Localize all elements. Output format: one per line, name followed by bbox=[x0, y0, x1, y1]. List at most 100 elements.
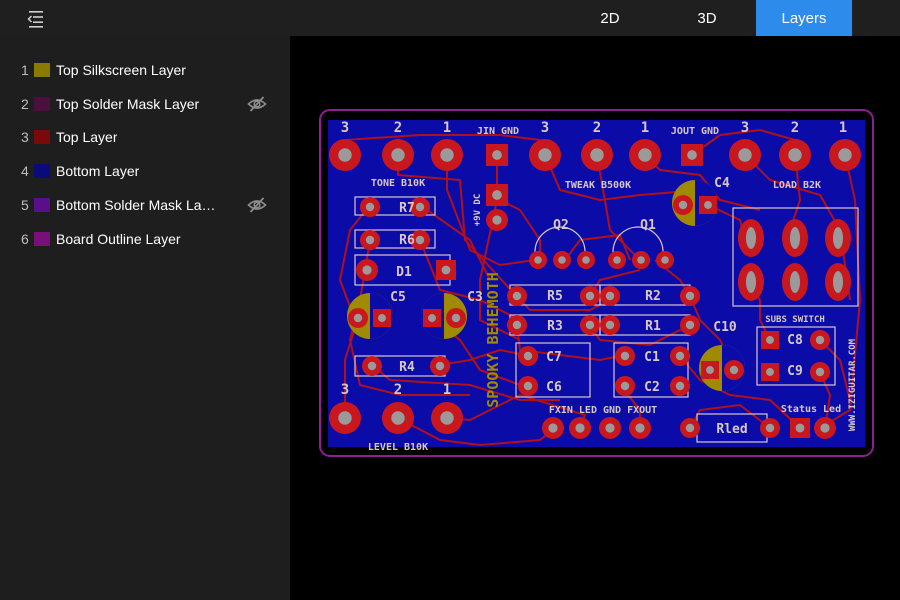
ref-r3: R3 bbox=[547, 319, 563, 334]
layer-item-board-outline[interactable]: 6 Board Outline Layer bbox=[0, 222, 290, 256]
brand-label: SPOOKY BEHEMOTH bbox=[484, 272, 502, 407]
tab-2d[interactable]: 2D bbox=[562, 0, 658, 36]
pot-pad-hole bbox=[440, 411, 454, 425]
film-cap-pad-hole bbox=[675, 381, 685, 391]
pot-pin-3: 3 bbox=[341, 120, 349, 136]
layer-item-top-silkscreen[interactable]: 1 Top Silkscreen Layer bbox=[0, 53, 290, 87]
tweak-label: TWEAK B500K bbox=[565, 180, 631, 191]
diode-pad-hole bbox=[362, 265, 372, 275]
layer-item-top-solder-mask[interactable]: 2 Top Solder Mask Layer bbox=[0, 87, 290, 121]
header-pad-hole bbox=[575, 423, 585, 433]
tab-layers[interactable]: Layers bbox=[756, 0, 852, 36]
layer-name: Top Solder Mask Layer bbox=[56, 95, 200, 112]
pot-pin-2: 2 bbox=[394, 120, 402, 136]
led-pad-hole bbox=[820, 423, 830, 433]
square-pad-hole bbox=[687, 150, 697, 160]
layer-list: 1 Top Silkscreen Layer 2 Top Solder Mask… bbox=[0, 36, 290, 256]
layer-index: 5 bbox=[21, 197, 29, 214]
pot-pin-3: 3 bbox=[541, 120, 549, 136]
pot-pin-2: 2 bbox=[394, 382, 402, 398]
pot-pad-hole bbox=[391, 411, 405, 425]
ref-c4: C4 bbox=[714, 176, 730, 191]
layer-index: 6 bbox=[21, 230, 29, 247]
ref-r6: R6 bbox=[399, 233, 415, 248]
switch-pad-hole bbox=[746, 227, 756, 249]
pot-pin-1: 1 bbox=[641, 120, 649, 136]
layer-item-bottom-layer[interactable]: 4 Bottom Layer bbox=[0, 154, 290, 188]
pot-pin-3: 3 bbox=[741, 120, 749, 136]
status-led-label: Status Led bbox=[781, 404, 841, 415]
resistor-pad-hole bbox=[365, 202, 375, 212]
layer-index: 3 bbox=[21, 129, 29, 146]
resistor-pad-hole bbox=[605, 320, 615, 330]
ref-c2: C2 bbox=[644, 380, 660, 395]
ref-r7: R7 bbox=[399, 201, 415, 216]
load-label: LOAD B2K bbox=[773, 180, 821, 191]
transistor-pad-hole bbox=[534, 256, 542, 264]
layer-name: Board Outline Layer bbox=[56, 230, 181, 247]
layer-index: 4 bbox=[21, 163, 29, 180]
pot-pad-hole bbox=[440, 148, 454, 162]
layer-name: Top Silkscreen Layer bbox=[56, 61, 186, 78]
ref-q1: Q1 bbox=[640, 218, 656, 233]
layer-item-bottom-solder-mask[interactable]: 5 Bottom Solder Mask La… bbox=[0, 188, 290, 222]
film-cap-pad-hole bbox=[815, 367, 825, 377]
visibility-hidden-icon[interactable] bbox=[247, 196, 267, 214]
switch-pad-hole bbox=[746, 271, 756, 293]
pot-pad-hole bbox=[538, 148, 552, 162]
transistor-pad-hole bbox=[661, 256, 669, 264]
layer-color-swatch bbox=[34, 96, 50, 111]
led-pad-square-hole bbox=[795, 423, 805, 433]
ref-c5: C5 bbox=[390, 290, 406, 305]
pot-pin-2: 2 bbox=[791, 120, 799, 136]
resistor-pad-hole bbox=[512, 291, 522, 301]
switch-pad-hole bbox=[833, 271, 843, 293]
layer-color-swatch bbox=[34, 130, 50, 145]
resistor-pad-hole bbox=[435, 361, 445, 371]
film-cap-pad-square-hole bbox=[766, 336, 774, 344]
layer-index: 2 bbox=[21, 95, 29, 112]
resistor-pad-hole bbox=[685, 320, 695, 330]
jin-gnd-label: JIN GND bbox=[477, 126, 519, 137]
visibility-hidden-icon[interactable] bbox=[247, 95, 267, 113]
transistor-pad-hole bbox=[558, 256, 566, 264]
resistor-pad-hole bbox=[512, 320, 522, 330]
header-pad-hole bbox=[605, 423, 615, 433]
fx-row-label: FXIN LED GND FXOUT bbox=[549, 405, 657, 416]
resistor-pad-hole bbox=[415, 202, 425, 212]
cap-pad-hole bbox=[729, 365, 739, 375]
resistor-pad-hole bbox=[585, 320, 595, 330]
rled-pad-hole bbox=[765, 423, 775, 433]
pot-pad-hole bbox=[590, 148, 604, 162]
pot-pad-hole bbox=[838, 148, 852, 162]
cap-pad-square-hole bbox=[378, 314, 386, 322]
tab-3d[interactable]: 3D bbox=[659, 0, 755, 36]
pot-pad-hole bbox=[338, 411, 352, 425]
ref-r4: R4 bbox=[399, 360, 415, 375]
cap-pad-hole bbox=[353, 313, 363, 323]
pot-pad-hole bbox=[638, 148, 652, 162]
jout-gnd-label: JOUT GND bbox=[671, 126, 719, 137]
pot-pad-hole bbox=[738, 148, 752, 162]
collapse-sidebar-icon[interactable] bbox=[22, 6, 52, 30]
switch-pad-hole bbox=[790, 227, 800, 249]
pot-pin-1: 1 bbox=[443, 382, 451, 398]
layer-color-swatch bbox=[34, 198, 50, 213]
cap-pad-square-hole bbox=[706, 366, 714, 374]
layer-item-top-layer[interactable]: 3 Top Layer bbox=[0, 121, 290, 155]
switch-pad-hole bbox=[790, 271, 800, 293]
pot-pin-1: 1 bbox=[443, 120, 451, 136]
film-cap-pad-square-hole bbox=[766, 368, 774, 376]
layer-color-swatch bbox=[34, 231, 50, 246]
pot-pad-hole bbox=[788, 148, 802, 162]
ref-c8: C8 bbox=[787, 333, 803, 348]
pcb-viewport[interactable]: 3 2 1 3 2 1 3 2 1 3 2 1 JIN GND JOUT GND… bbox=[290, 36, 900, 600]
layers-sidebar: 1 Top Silkscreen Layer 2 Top Solder Mask… bbox=[0, 36, 290, 600]
film-cap-pad-hole bbox=[523, 381, 533, 391]
pcb-board-render[interactable]: 3 2 1 3 2 1 3 2 1 3 2 1 JIN GND JOUT GND… bbox=[290, 36, 900, 600]
website-label: WWW.IZIGUITAR.COM bbox=[848, 338, 858, 431]
layer-index: 1 bbox=[21, 61, 29, 78]
resistor-pad-hole bbox=[605, 291, 615, 301]
pot-pad-hole bbox=[391, 148, 405, 162]
resistor-pad-hole bbox=[365, 235, 375, 245]
